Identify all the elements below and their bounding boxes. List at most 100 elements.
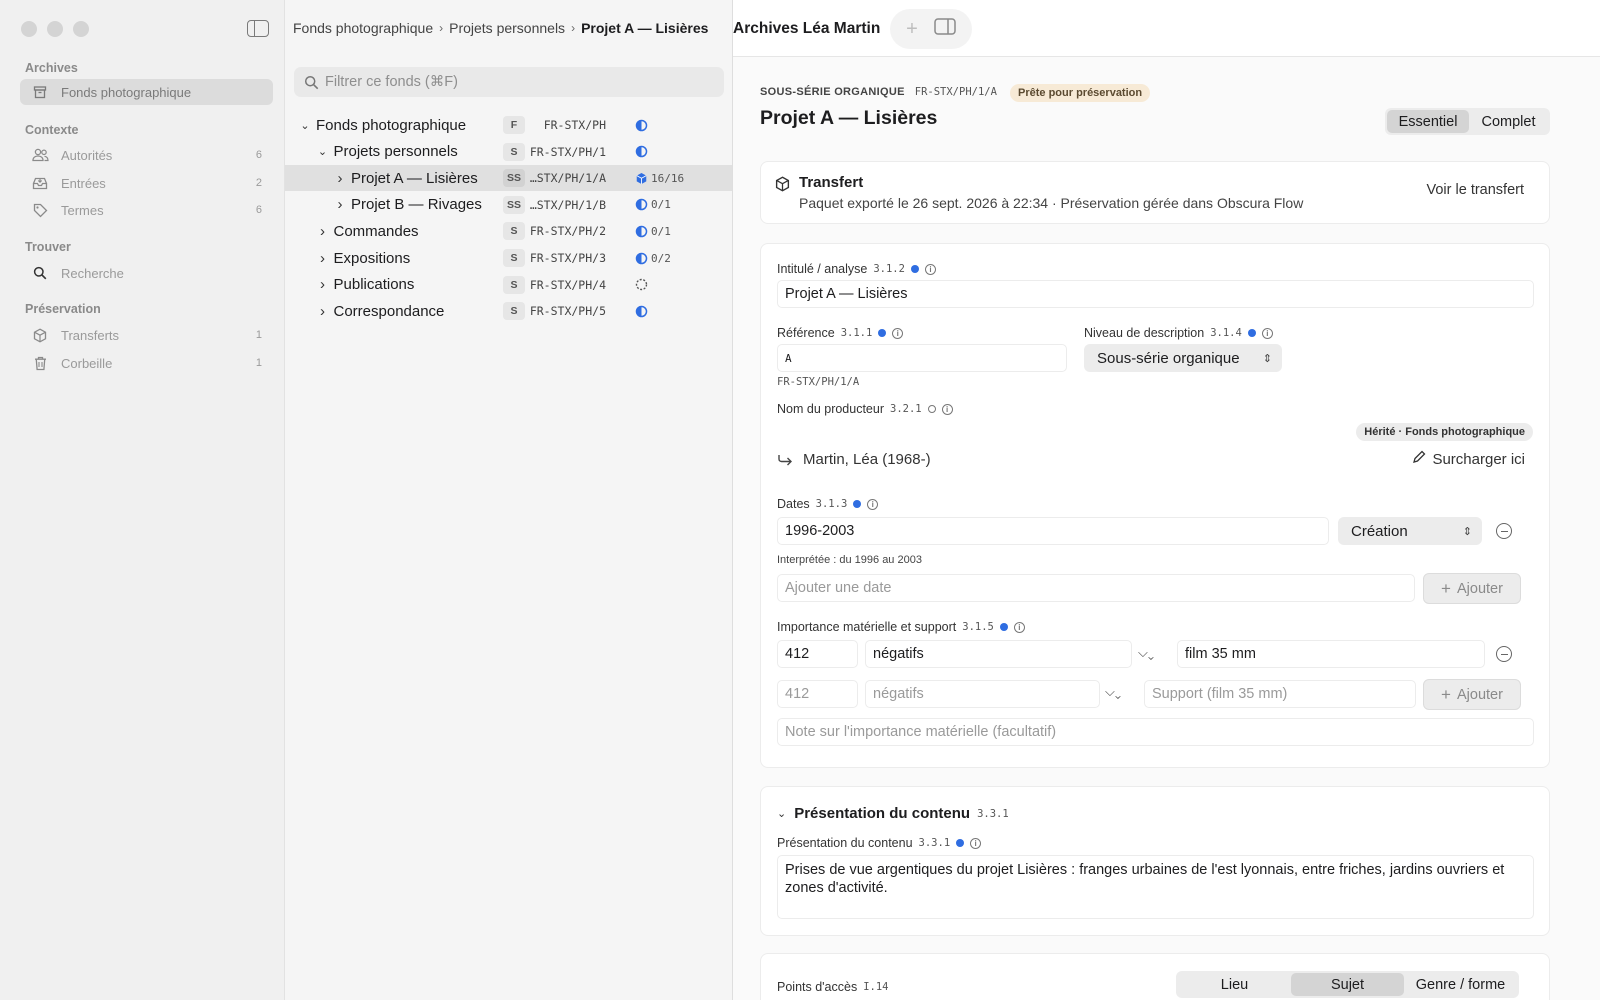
info-icon[interactable]: i [867,498,879,510]
pending-status-icon [635,278,648,291]
niveau-select[interactable]: Sous-série organique ⇕ [1084,344,1282,372]
niveau-select-value: Sous-série organique [1097,349,1240,367]
breadcrumb-item-fonds[interactable]: Fonds photographique [293,20,433,36]
close-window-button[interactable] [21,21,37,37]
chevron-down-icon[interactable]: ⌄ [299,119,311,132]
chevron-right-icon[interactable]: › [317,223,329,240]
info-icon[interactable]: i [1261,327,1273,339]
chevron-down-icon[interactable]: ⌵⌄ [1138,645,1154,661]
minimize-window-button[interactable] [47,21,63,37]
presentation-textarea[interactable]: Prises de vue argentiques du projet Lisi… [777,855,1534,919]
tree-row[interactable]: ⌄ Projets personnels S FR-STX/PH/1 [285,139,732,165]
record-reference-code: FR-STX/PH/1/A [914,86,997,98]
tree-row-progress: 0/2 [651,251,671,265]
add-date-button[interactable]: + Ajouter [1423,573,1521,604]
remove-date-icon[interactable] [1496,523,1512,539]
chevron-right-icon[interactable]: › [317,303,329,320]
info-icon[interactable]: i [970,837,982,849]
tree-row[interactable]: › Expositions S FR-STX/PH/3 0/2 [285,245,732,271]
importance-count-field[interactable]: 412 [777,640,858,668]
tab-lieu[interactable]: Lieu [1178,973,1291,996]
field-label-importance: Importance matérielle et support 3.1.5 i [777,620,1025,634]
label-text: Référence [777,326,835,340]
access-point-type-tabs: Lieu Sujet Genre / forme [1176,971,1519,998]
chevron-down-icon: ⌄ [777,808,787,820]
override-button[interactable]: Surcharger ici [1412,450,1525,468]
tab-genre-forme[interactable]: Genre / forme [1404,973,1517,996]
info-icon[interactable]: i [941,403,953,415]
transfer-title: Transfert [799,174,864,191]
tree-row[interactable]: › Projet B — Rivages SS …STX/PH/1/B 0/1 [285,192,732,218]
view-transfer-button[interactable]: Voir le transfert [1426,182,1524,198]
chevron-right-icon[interactable]: › [317,276,329,293]
chevron-down-icon[interactable]: ⌵⌄ [1105,684,1121,700]
chevron-right-icon[interactable]: › [317,250,329,267]
presentation-section-header[interactable]: ⌄ Présentation du contenu 3.3.1 [777,805,1009,822]
label-text: Nom du producteur [777,402,885,416]
importance-support-field[interactable]: film 35 mm [1177,640,1485,668]
level-badge: SS [503,169,526,188]
importance-unit-field[interactable]: négatifs [865,640,1132,668]
plus-icon[interactable]: + [906,18,918,41]
new-unit-input[interactable]: négatifs [865,680,1100,708]
date-type-select[interactable]: Création ⇕ [1338,517,1482,545]
importance-note-input[interactable]: Note sur l'importance matérielle (facult… [777,718,1534,746]
intitule-field[interactable]: Projet A — Lisières [777,280,1534,308]
tree-row[interactable]: › Commandes S FR-STX/PH/2 0/1 [285,218,732,244]
tree-row[interactable]: ⌄ Fonds photographique F FR-STX/PH [285,112,732,138]
mode-complet-button[interactable]: Complet [1469,110,1548,133]
level-badge: S [503,249,525,267]
required-dot-icon [1247,329,1256,337]
transfer-description: Paquet exporté le 26 sept. 2026 à 22:34 … [799,195,1304,211]
filter-input[interactable]: Filtrer ce fonds (⌘F) [294,67,724,97]
tree-row-reference: FR-STX/PH/4 [529,277,606,292]
sidebar-toggle-icon[interactable] [247,20,269,37]
info-icon[interactable]: i [1013,621,1025,633]
tree-row[interactable]: › Publications S FR-STX/PH/4 [285,272,732,298]
transfer-card: Transfert Paquet exporté le 26 sept. 202… [760,161,1550,224]
zoom-window-button[interactable] [73,21,89,37]
chevron-right-icon[interactable]: › [334,196,346,213]
sidebar-item-recherche[interactable]: Recherche [20,260,273,286]
sidebar-item-entrees[interactable]: Entrées 2 [20,170,273,196]
new-count-input[interactable]: 412 [777,680,858,708]
inherited-arrow-icon [777,452,793,469]
new-support-input[interactable]: Support (film 35 mm) [1144,680,1416,708]
optional-dot-icon [927,405,936,413]
tree-row-reference: …STX/PH/1/A [529,171,606,186]
chevron-down-icon[interactable]: ⌄ [317,145,329,158]
add-date-input[interactable]: Ajouter une date [777,574,1415,602]
add-importance-button[interactable]: + Ajouter [1423,679,1521,710]
partial-status-icon [635,225,648,238]
label-text: Dates [777,497,810,511]
info-icon[interactable]: i [892,327,904,339]
inspector-toggle-icon[interactable] [934,17,956,41]
sidebar-item-corbeille[interactable]: Corbeille 1 [20,350,273,376]
tree-row[interactable]: › Correspondance S FR-STX/PH/5 [285,298,732,324]
tree-row-label: Projet A — Lisières [351,169,478,187]
remove-importance-icon[interactable] [1496,646,1512,662]
breadcrumb-item-projets[interactable]: Projets personnels [449,20,565,36]
chevron-right-icon[interactable]: › [334,170,346,187]
date-field[interactable]: 1996-2003 [777,517,1329,545]
sidebar-item-transferts[interactable]: Transferts 1 [20,322,273,348]
sidebar-item-autorites[interactable]: Autorités 6 [20,142,273,168]
access-points-card: Points d'accès I.14 Lieu Sujet Genre / f… [760,953,1550,1000]
isad-code: 3.1.3 [815,498,848,510]
search-icon [304,75,319,90]
level-badge: F [503,116,525,134]
record-editor: Archives Léa Martin + SOUS-SÉRIE ORGANIQ… [733,0,1600,1000]
level-badge: S [503,302,525,321]
sidebar-item-count: 6 [255,204,262,216]
reference-field[interactable]: A [777,344,1067,372]
info-icon[interactable]: i [924,263,936,275]
tree-row[interactable]: › Projet A — Lisières SS …STX/PH/1/A 16/16 [285,165,732,192]
tab-sujet[interactable]: Sujet [1291,973,1404,996]
sidebar-section-trouver: Trouver [25,240,71,254]
mode-essentiel-button[interactable]: Essentiel [1387,110,1469,133]
section-title: Présentation du contenu [794,805,971,822]
required-dot-icon [853,500,862,508]
sidebar-item-fonds-photographique[interactable]: Fonds photographique [20,79,273,105]
sidebar-item-termes[interactable]: Termes 6 [20,197,273,223]
tree-row-progress: 16/16 [651,171,685,185]
